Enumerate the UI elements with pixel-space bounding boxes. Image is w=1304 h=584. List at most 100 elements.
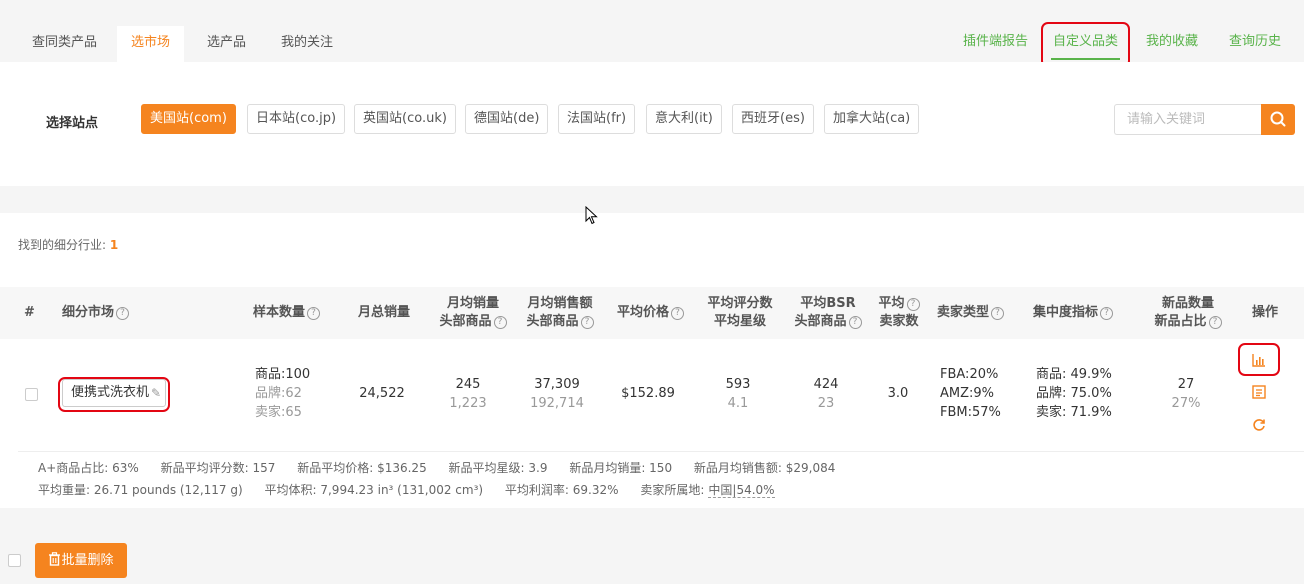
th-avg-sales-1: 月均销量 <box>446 296 499 311</box>
th-avg-sellers-1: 平均 <box>878 296 905 311</box>
cell-concentration: 商品: 49.9% 品牌: 75.0% 卖家: 71.9% <box>1036 365 1112 422</box>
avg-revenue-top: 192,714 <box>530 396 584 411</box>
help-icon[interactable]: ? <box>906 298 920 311</box>
site-button-uk[interactable]: 英国站(co.uk) <box>354 104 456 134</box>
site-button-it[interactable]: 意大利(it) <box>646 104 722 134</box>
th-seller-type-label: 卖家类型 <box>937 305 990 320</box>
th-avg-price[interactable]: 平均价格? <box>617 304 685 322</box>
avg-revenue: 37,309 <box>534 377 580 392</box>
th-monthly-total[interactable]: 月总销量 <box>358 304 410 322</box>
site-button-fr[interactable]: 法国站(fr) <box>558 104 636 134</box>
tab-plugin-report[interactable]: 插件端报告 <box>963 33 1028 51</box>
sample-brands: 品牌:62 <box>255 386 302 401</box>
help-icon[interactable]: ? <box>1208 316 1222 329</box>
site-button-ca[interactable]: 加拿大站(ca) <box>824 104 920 134</box>
search-input[interactable] <box>1114 104 1262 135</box>
table-header: # 细分市场? 样本数量? 月总销量 月均销量 头部商品? 月均销售额 头部商品? … <box>0 287 1304 339</box>
th-new-count-1: 新品数量 <box>1161 296 1214 311</box>
tab-my-follows[interactable]: 我的关注 <box>267 26 347 62</box>
cell-avg-rating: 593 4.1 <box>718 375 758 413</box>
select-all-checkbox[interactable] <box>8 554 21 567</box>
sample-sellers: 卖家:65 <box>255 405 302 420</box>
th-sample-label: 样本数量 <box>253 305 306 320</box>
th-avg-bsr-2: 头部商品 <box>794 314 847 329</box>
cell-avg-bsr: 424 23 <box>806 375 846 413</box>
site-button-de[interactable]: 德国站(de) <box>465 104 549 134</box>
th-new-products[interactable]: 新品数量新品占比? <box>1150 295 1226 331</box>
th-avg-sellers-2: 卖家数 <box>879 314 919 329</box>
row-divider <box>18 451 1304 452</box>
help-icon[interactable]: ? <box>991 307 1005 320</box>
th-seller-type[interactable]: 卖家类型? <box>937 304 1005 322</box>
extra-new-stars: 新品平均星级: 3.9 <box>448 461 548 475</box>
cell-avg-revenue: 37,309 192,714 <box>524 375 590 413</box>
conc-brand: 品牌: 75.0% <box>1036 386 1112 401</box>
th-avg-rating[interactable]: 平均评分数 平均星级 <box>704 295 776 331</box>
extra-volume: 平均体积: 7,994.23 in³ (131,002 cm³) <box>264 483 484 497</box>
extra-new-revenue: 新品月均销售额: $29,084 <box>693 461 836 475</box>
th-sample[interactable]: 样本数量? <box>253 304 321 322</box>
site-button-us[interactable]: 美国站(com) <box>141 104 236 134</box>
avg-sales-top: 1,223 <box>449 396 487 411</box>
th-avg-revenue[interactable]: 月均销售额头部商品? <box>522 295 598 331</box>
th-avg-sales-2: 头部商品 <box>439 314 492 329</box>
tab-query-history[interactable]: 查询历史 <box>1229 33 1281 51</box>
help-icon[interactable]: ? <box>580 316 594 329</box>
site-button-es[interactable]: 西班牙(es) <box>732 104 814 134</box>
avg-bsr-top: 23 <box>817 396 835 411</box>
extra-info-line-1: A+商品占比: 63% 新品平均评分数: 157 新品平均价格: $136.25… <box>38 459 853 477</box>
batch-delete-label: 批量删除 <box>61 553 114 568</box>
row-checkbox[interactable] <box>25 388 38 401</box>
trash-icon <box>49 552 61 566</box>
th-avg-sellers[interactable]: 平均? 卖家数 <box>876 295 922 331</box>
new-count: 27 <box>1177 377 1195 392</box>
avg-bsr: 424 <box>813 377 839 392</box>
help-icon[interactable]: ? <box>848 316 862 329</box>
extra-new-rating: 新品平均评分数: 157 <box>160 461 276 475</box>
th-concentration[interactable]: 集中度指标? <box>1033 304 1114 322</box>
highlight-box <box>58 377 170 412</box>
site-button-jp[interactable]: 日本站(co.jp) <box>247 104 346 134</box>
th-avg-bsr[interactable]: 平均BSR 头部商品? <box>792 295 864 331</box>
results-panel: 找到的细分行业: 1 # 细分市场? 样本数量? 月总销量 月均销量 头部商品? … <box>0 213 1304 508</box>
refresh-icon-svg <box>1253 419 1265 431</box>
cell-avg-sales: 245 1,223 <box>438 375 498 413</box>
seller-amz: AMZ:9% <box>940 386 995 401</box>
conc-product: 商品: 49.9% <box>1036 367 1112 382</box>
highlight-box <box>1238 343 1280 376</box>
extra-weight: 平均重量: 26.71 pounds (12,117 g) <box>38 483 243 497</box>
th-avg-revenue-2: 头部商品 <box>526 314 579 329</box>
avg-sales: 245 <box>455 377 481 392</box>
extra-aplus: A+商品占比: 63% <box>38 461 139 475</box>
th-avg-sales[interactable]: 月均销量头部商品? <box>436 295 510 331</box>
help-icon[interactable]: ? <box>116 307 130 320</box>
extra-origin-label: 卖家所属地: <box>640 483 705 497</box>
help-icon[interactable]: ? <box>671 307 685 320</box>
search-button[interactable] <box>1261 104 1295 135</box>
batch-delete-button[interactable]: 批量删除 <box>35 543 127 578</box>
found-number: 1 <box>109 238 119 252</box>
tab-same-products[interactable]: 查同类产品 <box>18 26 111 62</box>
tab-select-market[interactable]: 选市场 <box>117 26 185 62</box>
cell-new-products: 27 27% <box>1168 375 1204 413</box>
cell-avg-price: $152.89 <box>621 386 675 401</box>
th-market[interactable]: 细分市场? <box>62 304 130 322</box>
help-icon[interactable]: ? <box>493 316 507 329</box>
site-selector-panel: 选择站点 美国站(com) 日本站(co.jp) 英国站(co.uk) 德国站(… <box>0 62 1304 186</box>
refresh-icon[interactable] <box>1252 418 1268 434</box>
tab-my-favorites[interactable]: 我的收藏 <box>1146 33 1198 51</box>
cell-seller-type: FBA:20% AMZ:9% FBM:57% <box>940 365 1001 422</box>
top-tab-bar: 查同类产品 选市场 选产品 我的关注 插件端报告 自定义品类 我的收藏 查询历史 <box>0 0 1304 68</box>
report-icon[interactable] <box>1252 385 1268 401</box>
seller-fba: FBA:20% <box>940 367 999 382</box>
help-icon[interactable]: ? <box>307 307 321 320</box>
tab-select-product[interactable]: 选产品 <box>193 26 260 62</box>
extra-new-price: 新品平均价格: $136.25 <box>297 461 427 475</box>
th-new-count-2: 新品占比 <box>1154 314 1207 329</box>
extra-margin: 平均利润率: 69.32% <box>504 483 619 497</box>
seller-origin-link[interactable]: 中国|54.0% <box>708 483 775 498</box>
new-ratio: 27% <box>1171 396 1201 411</box>
th-avg-revenue-1: 月均销售额 <box>527 296 593 311</box>
help-icon[interactable]: ? <box>1100 307 1114 320</box>
avg-rating-count: 593 <box>725 377 751 392</box>
